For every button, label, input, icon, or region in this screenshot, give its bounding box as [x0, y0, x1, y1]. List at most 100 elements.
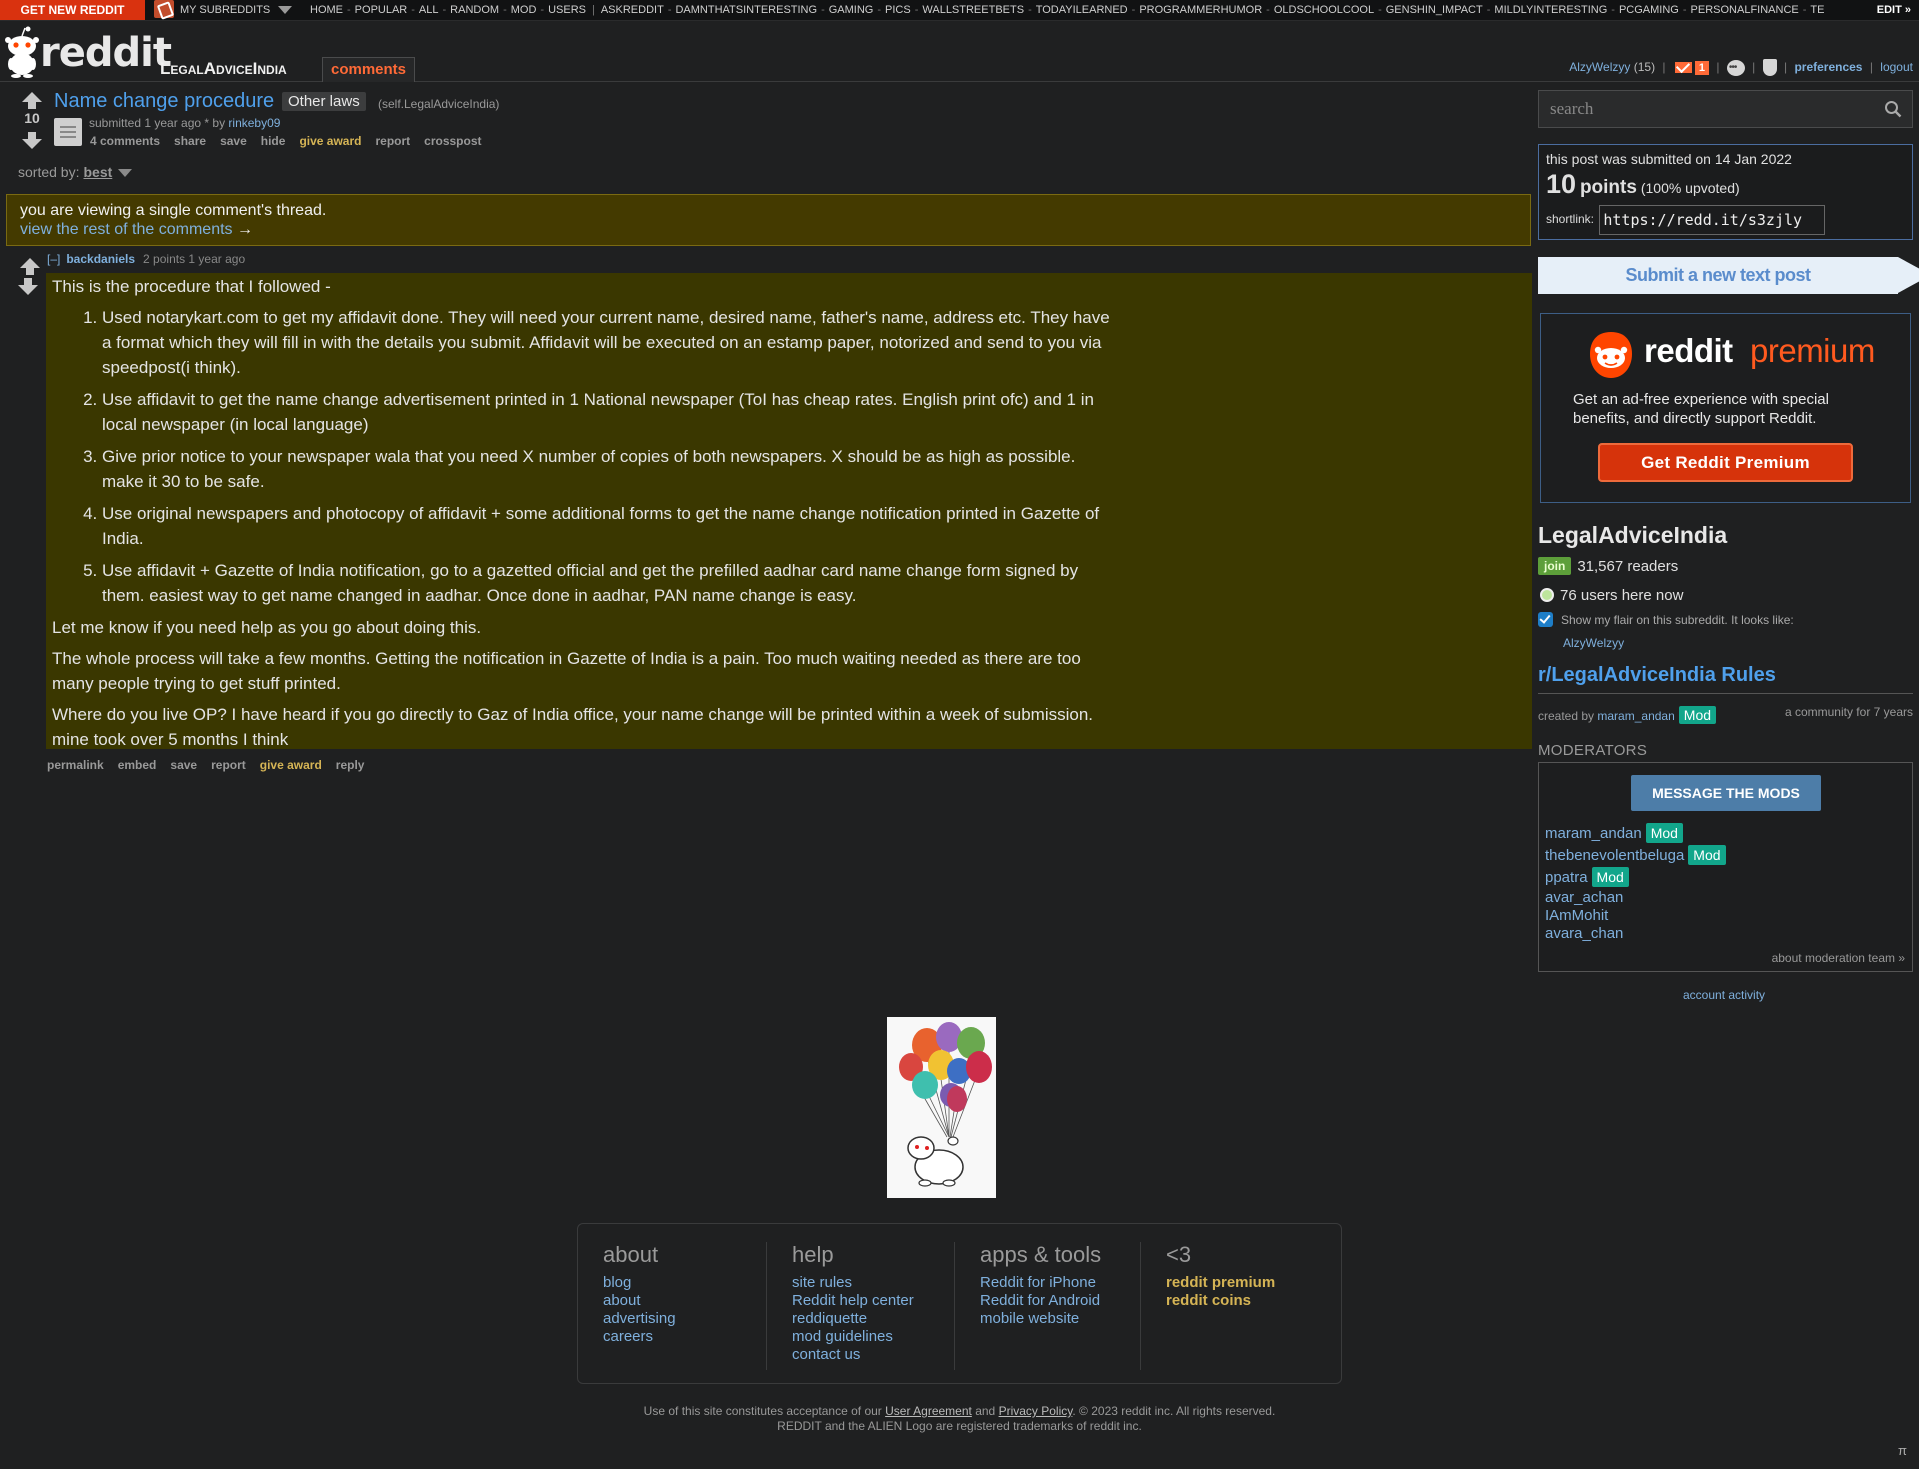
give-award-button[interactable]: give award [299, 134, 361, 148]
subreddit-link[interactable]: GENSHIN_IMPACT [1386, 4, 1483, 16]
moderator-link[interactable]: avar_achan [1545, 889, 1623, 906]
chat-icon[interactable] [1726, 59, 1745, 77]
embed-button[interactable]: embed [118, 758, 157, 772]
footer-link[interactable]: blog [603, 1274, 738, 1292]
give-award-button[interactable]: give award [260, 758, 322, 772]
post-domain[interactable]: (self.LegalAdviceIndia) [378, 97, 499, 111]
about-moderation-link[interactable]: about moderation team » [1772, 951, 1905, 965]
subreddit-link[interactable]: TE [1810, 4, 1824, 16]
comment-body: This is the procedure that I followed - … [46, 273, 1532, 749]
username-link[interactable]: AlzyWelzyy [1569, 60, 1630, 74]
shortlink-field[interactable] [1599, 205, 1826, 235]
nav-link-popular[interactable]: POPULAR [355, 4, 408, 16]
footer-link[interactable]: mobile website [980, 1310, 1114, 1328]
flair-preview-user[interactable]: AlzyWelzyy [1563, 636, 1624, 650]
mail-count-badge[interactable]: 1 [1694, 61, 1709, 75]
footer-link[interactable]: Reddit for iPhone [980, 1274, 1114, 1292]
crosspost-button[interactable]: crosspost [424, 134, 481, 148]
moderator-link[interactable]: ppatra [1545, 869, 1588, 886]
subreddit-link[interactable]: PICS [885, 4, 911, 16]
subreddit-link[interactable]: ASKREDDIT [601, 4, 664, 16]
mod-shield-icon[interactable] [1762, 59, 1777, 77]
moderator-link[interactable]: thebenevolentbeluga [1545, 847, 1684, 864]
arrow-right-icon: → [236, 221, 253, 238]
footer-link[interactable]: contact us [792, 1346, 926, 1364]
footer-link[interactable]: about [603, 1292, 738, 1310]
moderator-link[interactable]: IAmMohit [1545, 907, 1608, 924]
logout-link[interactable]: logout [1880, 60, 1913, 74]
get-new-reddit-button[interactable]: GET NEW REDDIT [0, 0, 145, 20]
subreddit-link[interactable]: WALLSTREETBETS [922, 4, 1024, 16]
footer-link[interactable]: reddit coins [1166, 1292, 1300, 1310]
comments-link[interactable]: 4 comments [90, 134, 160, 148]
nav-link-all[interactable]: ALL [419, 4, 439, 16]
tab-comments[interactable]: comments [322, 57, 416, 82]
divider [1538, 693, 1913, 694]
self-post-thumbnail-icon[interactable] [54, 118, 82, 146]
share-button[interactable]: share [174, 134, 206, 148]
collapse-toggle[interactable]: [–] [47, 252, 60, 266]
comment-author-link[interactable]: backdaniels [66, 252, 135, 266]
moderator-link[interactable]: maram_andan [1545, 825, 1642, 842]
show-flair-checkbox[interactable] [1538, 612, 1553, 627]
search-input[interactable] [1539, 91, 1869, 127]
subreddit-link[interactable]: GAMING [829, 4, 874, 16]
subreddit-link[interactable]: OLDSCHOOLCOOL [1274, 4, 1374, 16]
user-agreement-link[interactable]: User Agreement [885, 1404, 972, 1418]
account-activity-link[interactable]: account activity [1683, 988, 1765, 1002]
pi-link[interactable]: π [1898, 1443, 1907, 1458]
subreddit-link[interactable]: TODAYILEARNED [1036, 4, 1128, 16]
post-flair[interactable]: Other laws [282, 92, 366, 111]
reddit-wordmark[interactable]: reddit [40, 28, 172, 78]
footer-column-apps: apps & tools Reddit for iPhone Reddit fo… [954, 1242, 1114, 1370]
footer-link[interactable]: site rules [792, 1274, 926, 1292]
footer-link[interactable]: reddit premium [1166, 1274, 1300, 1292]
moderator-link[interactable]: avara_chan [1545, 925, 1623, 942]
subreddit-link[interactable]: PERSONALFINANCE [1691, 4, 1799, 16]
privacy-policy-link[interactable]: Privacy Policy [999, 1404, 1073, 1418]
footer-link[interactable]: careers [603, 1328, 738, 1346]
nav-link-random[interactable]: RANDOM [450, 4, 499, 16]
nav-link-users[interactable]: USERS [548, 4, 586, 16]
report-button[interactable]: report [211, 758, 246, 772]
footer-link[interactable]: Reddit help center [792, 1292, 926, 1310]
subreddit-link[interactable]: MILDLYINTERESTING [1494, 4, 1607, 16]
nav-link-mod[interactable]: MOD [511, 4, 537, 16]
post-title[interactable]: Name change procedure [54, 90, 274, 113]
post-author-link[interactable]: rinkeby09 [228, 116, 280, 130]
view-all-comments-link[interactable]: view the rest of the comments [20, 221, 233, 238]
nav-link-home[interactable]: HOME [310, 4, 343, 16]
join-button[interactable]: join [1538, 557, 1572, 575]
save-button[interactable]: save [220, 134, 247, 148]
sidebar-subreddit-name[interactable]: LegalAdviceIndia [1538, 522, 1727, 549]
footer-link[interactable]: mod guidelines [792, 1328, 926, 1346]
sort-dropdown[interactable]: best [83, 164, 112, 180]
upvote-arrow-icon[interactable] [20, 258, 40, 275]
subreddit-link[interactable]: PROGRAMMERHUMOR [1139, 4, 1262, 16]
subreddit-link[interactable]: DAMNTHATSINTERESTING [675, 4, 817, 16]
reddit-alien-logo[interactable] [4, 26, 40, 78]
rules-link[interactable]: r/LegalAdviceIndia Rules [1538, 664, 1776, 687]
report-button[interactable]: report [375, 134, 410, 148]
submit-text-post-button[interactable]: Submit a new text post [1538, 257, 1919, 294]
save-button[interactable]: save [170, 758, 197, 772]
search-icon[interactable] [1884, 100, 1902, 118]
edit-subscriptions-link[interactable]: EDIT » [1866, 0, 1911, 20]
upvote-arrow-icon[interactable] [22, 92, 42, 109]
hide-button[interactable]: hide [261, 134, 286, 148]
get-premium-button[interactable]: Get Reddit Premium [1598, 443, 1853, 482]
creator-link[interactable]: maram_andan [1597, 709, 1674, 723]
subreddit-link[interactable]: PCGAMING [1619, 4, 1679, 16]
footer-link[interactable]: Reddit for Android [980, 1292, 1114, 1310]
points-value: 10 [1546, 169, 1577, 199]
subreddit-title[interactable]: LegalAdviceIndia [160, 59, 287, 79]
chevron-down-icon[interactable] [118, 169, 133, 178]
permalink-button[interactable]: permalink [47, 758, 104, 772]
footer-link[interactable]: reddiquette [792, 1310, 926, 1328]
footer-link[interactable]: advertising [603, 1310, 738, 1328]
my-subreddits-dropdown[interactable]: MY SUBREDDITS [148, 0, 300, 20]
message-mods-button[interactable]: MESSAGE THE MODS [1631, 775, 1821, 811]
reply-button[interactable]: reply [336, 758, 365, 772]
preferences-link[interactable]: preferences [1794, 60, 1862, 74]
mail-icon[interactable] [1674, 62, 1692, 74]
